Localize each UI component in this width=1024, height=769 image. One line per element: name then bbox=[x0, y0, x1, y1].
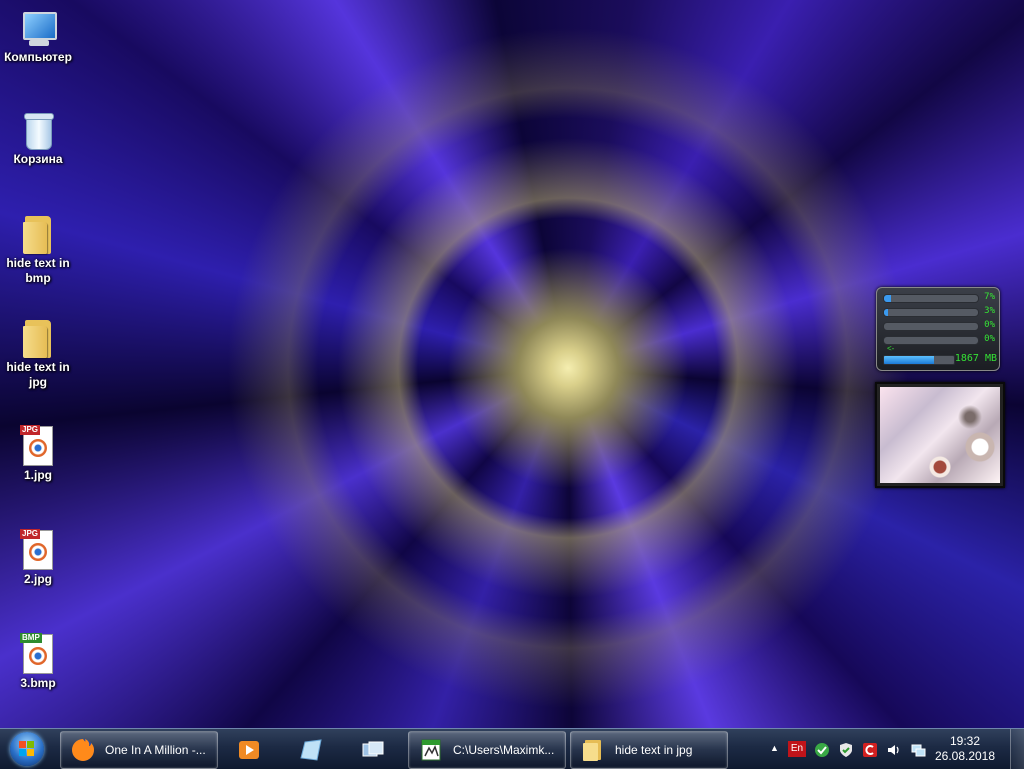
app-icon bbox=[300, 739, 322, 761]
desktop-icon-label: 3.bmp bbox=[20, 676, 56, 690]
desktop-icon-label: hide text in jpg bbox=[6, 360, 70, 389]
taskbar-button-editor[interactable]: C:\Users\Maximk... bbox=[408, 731, 566, 769]
cpu-core-value: 0% bbox=[984, 320, 995, 330]
desktop-icon-label: 1.jpg bbox=[23, 468, 52, 482]
language-indicator[interactable]: En bbox=[788, 741, 806, 757]
show-hidden-icons-icon[interactable]: ▲ bbox=[770, 743, 779, 753]
desktop-icon-folder-bmp[interactable]: hide text in bmp bbox=[0, 216, 76, 286]
cpu-core-fill bbox=[884, 295, 891, 302]
jpg-file-icon: JPG bbox=[20, 529, 53, 570]
desktop-icon-label: 2.jpg bbox=[23, 572, 52, 586]
taskbar-button-label: One In A Million -... bbox=[105, 743, 206, 757]
network-icon[interactable] bbox=[910, 742, 926, 758]
memory-fill bbox=[884, 356, 935, 364]
taskbar: One In A Million -... C:\Users\Maximk... bbox=[0, 728, 1024, 769]
taskbar-button-app[interactable] bbox=[284, 731, 342, 769]
cpu-core-value: 3% bbox=[984, 306, 995, 316]
desktop-icon-3-bmp[interactable]: BMP 3.bmp bbox=[0, 633, 76, 691]
ccleaner-icon[interactable] bbox=[862, 742, 878, 758]
slideshow-image bbox=[880, 387, 1000, 483]
jpg-file-icon: JPG bbox=[20, 425, 53, 466]
shield-green-icon[interactable] bbox=[814, 742, 830, 758]
computer-icon bbox=[19, 10, 57, 48]
desktop-icon-label: Компьютер bbox=[4, 50, 72, 64]
taskbar-button-label: hide text in jpg bbox=[615, 743, 693, 757]
desktop-icon-recycle-bin[interactable]: Корзина bbox=[0, 112, 76, 167]
slideshow-gadget[interactable] bbox=[875, 382, 1005, 488]
windows-logo-icon bbox=[19, 741, 35, 757]
file-type-tag: JPG bbox=[20, 425, 41, 435]
desktop-icon-2-jpg[interactable]: JPG 2.jpg bbox=[0, 529, 76, 587]
cpu-core-meter: 0% bbox=[883, 320, 995, 331]
desktop-icon-label: hide text in bmp bbox=[6, 256, 70, 285]
desktop-icon-label: Корзина bbox=[13, 152, 63, 166]
window-switch-icon bbox=[362, 741, 384, 757]
desktop-icon-folder-jpg[interactable]: hide text in jpg bbox=[0, 320, 76, 390]
security-icon[interactable] bbox=[838, 742, 854, 758]
desktop-wallpaper bbox=[0, 0, 1024, 728]
folder-icon bbox=[23, 320, 53, 358]
cpu-core-meter: 3% bbox=[883, 306, 995, 317]
start-button[interactable] bbox=[4, 730, 50, 768]
taskbar-button-media-player[interactable] bbox=[222, 731, 280, 769]
editor-icon bbox=[421, 739, 441, 761]
clock[interactable]: 19:32 26.08.2018 bbox=[932, 734, 998, 764]
system-tray: ▲ En 19:32 26.08.2018 bbox=[764, 729, 1024, 769]
cpu-core-meter: 7% bbox=[883, 292, 995, 303]
clock-date: 26.08.2018 bbox=[934, 749, 996, 763]
volume-icon[interactable] bbox=[886, 742, 902, 758]
bmp-file-icon: BMP bbox=[20, 633, 53, 674]
memory-value: 1867 MB bbox=[954, 353, 997, 364]
show-desktop-button[interactable] bbox=[1010, 729, 1024, 769]
cpu-core-value: 7% bbox=[984, 292, 995, 302]
cpu-core-value: 0% bbox=[984, 334, 995, 344]
file-type-tag: JPG bbox=[20, 529, 41, 539]
file-type-tag: BMP bbox=[20, 633, 42, 643]
taskbar-button-label: C:\Users\Maximk... bbox=[453, 743, 555, 757]
cpu-core-meter: 0% bbox=[883, 334, 995, 345]
taskbar-button-folder[interactable]: hide text in jpg bbox=[570, 731, 728, 769]
taskbar-button-firefox[interactable]: One In A Million -... bbox=[60, 731, 218, 769]
folder-icon bbox=[23, 216, 53, 254]
network-arrows: <- bbox=[887, 344, 895, 353]
desktop-icon-computer[interactable]: Компьютер bbox=[0, 10, 76, 65]
clock-time: 19:32 bbox=[949, 734, 981, 748]
cpu-core-fill bbox=[884, 309, 888, 316]
memory-meter: 1867 MB bbox=[883, 353, 997, 365]
media-player-icon bbox=[239, 741, 259, 759]
desktop-icon-1-jpg[interactable]: JPG 1.jpg bbox=[0, 425, 76, 483]
folder-icon bbox=[583, 740, 601, 761]
taskbar-button-window-switch[interactable] bbox=[346, 731, 404, 769]
firefox-icon bbox=[72, 739, 94, 761]
recycle-bin-icon bbox=[22, 112, 54, 150]
cpu-meter-gadget[interactable]: 7% 3% 0% 0% <- 1867 MB bbox=[876, 287, 1000, 371]
